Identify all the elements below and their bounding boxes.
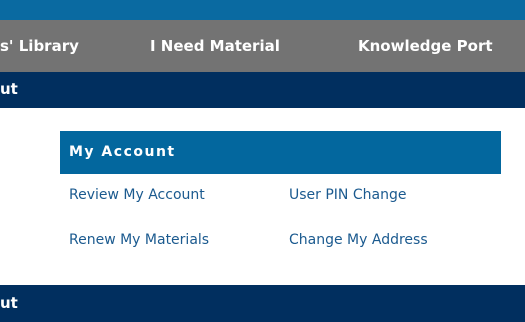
section-banner-bottom-label: ut — [0, 294, 18, 312]
my-account-title: My Account — [69, 144, 176, 160]
change-my-address-link[interactable]: Change My Address — [289, 232, 428, 248]
nav-item-i-need-material[interactable]: I Need Material — [150, 20, 280, 72]
section-banner-top: ut — [0, 72, 525, 108]
nav-item-knowledge-portal[interactable]: Knowledge Port — [358, 20, 493, 72]
user-pin-change-link[interactable]: User PIN Change — [289, 187, 406, 203]
review-my-account-link[interactable]: Review My Account — [69, 187, 205, 203]
top-accent-bar — [0, 0, 525, 20]
renew-my-materials-link[interactable]: Renew My Materials — [69, 232, 209, 248]
my-account-header: My Account — [60, 131, 501, 174]
main-nav-bar: s' Library I Need Material Knowledge Por… — [0, 20, 525, 72]
section-banner-bottom: ut — [0, 285, 525, 322]
page: s' Library I Need Material Knowledge Por… — [0, 0, 525, 322]
section-banner-top-label: ut — [0, 80, 18, 98]
nav-item-library[interactable]: s' Library — [0, 20, 79, 72]
